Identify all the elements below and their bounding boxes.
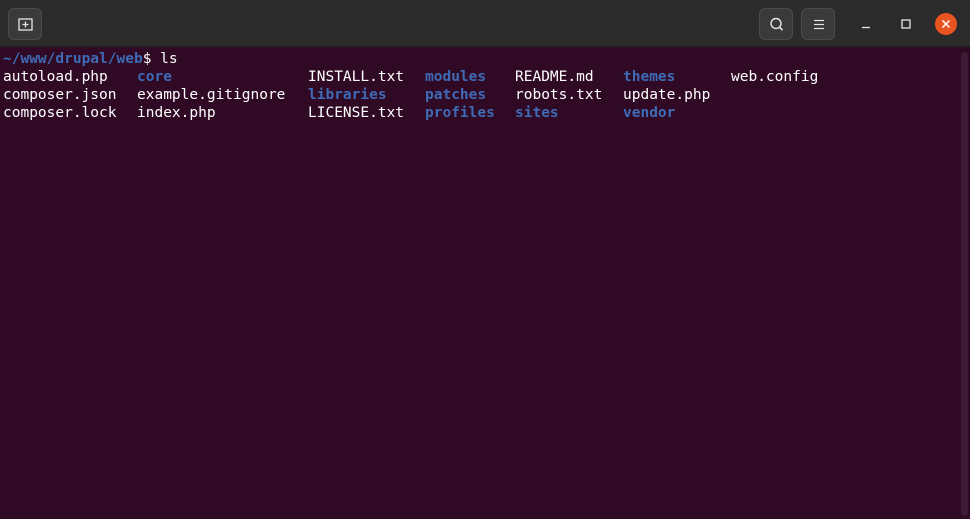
ls-output-row: composer.lock index.php LICENSE.txt prof… <box>3 104 675 122</box>
minimize-button[interactable] <box>855 13 877 35</box>
search-button[interactable] <box>759 8 793 40</box>
file-entry: INSTALL.txt <box>308 69 405 85</box>
hamburger-menu-icon <box>814 19 824 30</box>
prompt-symbol: $ <box>142 51 161 67</box>
file-entry: README.md <box>515 69 594 85</box>
new-tab-icon <box>18 18 33 31</box>
prompt-path: ~/www/drupal/web <box>3 51 143 67</box>
terminal-window: ~/www/drupal/web$ ls autoload.php core I… <box>0 0 970 519</box>
file-entry: composer.json <box>3 87 117 103</box>
directory-entry: patches <box>425 87 487 103</box>
file-entry: index.php <box>137 105 216 121</box>
menu-button[interactable] <box>801 8 835 40</box>
directory-entry: sites <box>515 105 559 121</box>
file-entry: update.php <box>623 87 711 103</box>
file-entry: LICENSE.txt <box>308 105 405 121</box>
close-icon <box>941 19 951 29</box>
file-entry: robots.txt <box>515 87 603 103</box>
new-tab-button[interactable] <box>8 8 42 40</box>
directory-entry: modules <box>425 69 487 85</box>
maximize-button[interactable] <box>895 13 917 35</box>
ls-output-row: composer.json example.gitignore librarie… <box>3 86 710 104</box>
directory-entry: profiles <box>425 105 495 121</box>
file-entry: web.config <box>731 69 819 85</box>
title-bar <box>0 0 970 47</box>
command-text: ls <box>160 51 178 67</box>
ls-output-row: autoload.php core INSTALL.txt modules RE… <box>3 68 818 86</box>
file-entry: composer.lock <box>3 105 117 121</box>
directory-entry: core <box>137 69 172 85</box>
prompt-line: ~/www/drupal/web$ ls <box>3 50 178 68</box>
directory-entry: libraries <box>308 87 387 103</box>
directory-entry: vendor <box>623 105 676 121</box>
file-entry: example.gitignore <box>137 87 286 103</box>
maximize-icon <box>901 19 911 29</box>
directory-entry: themes <box>623 69 676 85</box>
scrollbar[interactable] <box>961 52 968 516</box>
terminal-output[interactable]: ~/www/drupal/web$ ls autoload.php core I… <box>0 48 970 519</box>
close-button[interactable] <box>935 13 957 35</box>
file-entry: autoload.php <box>3 69 108 85</box>
minimize-icon <box>862 26 870 29</box>
search-icon <box>770 17 784 31</box>
